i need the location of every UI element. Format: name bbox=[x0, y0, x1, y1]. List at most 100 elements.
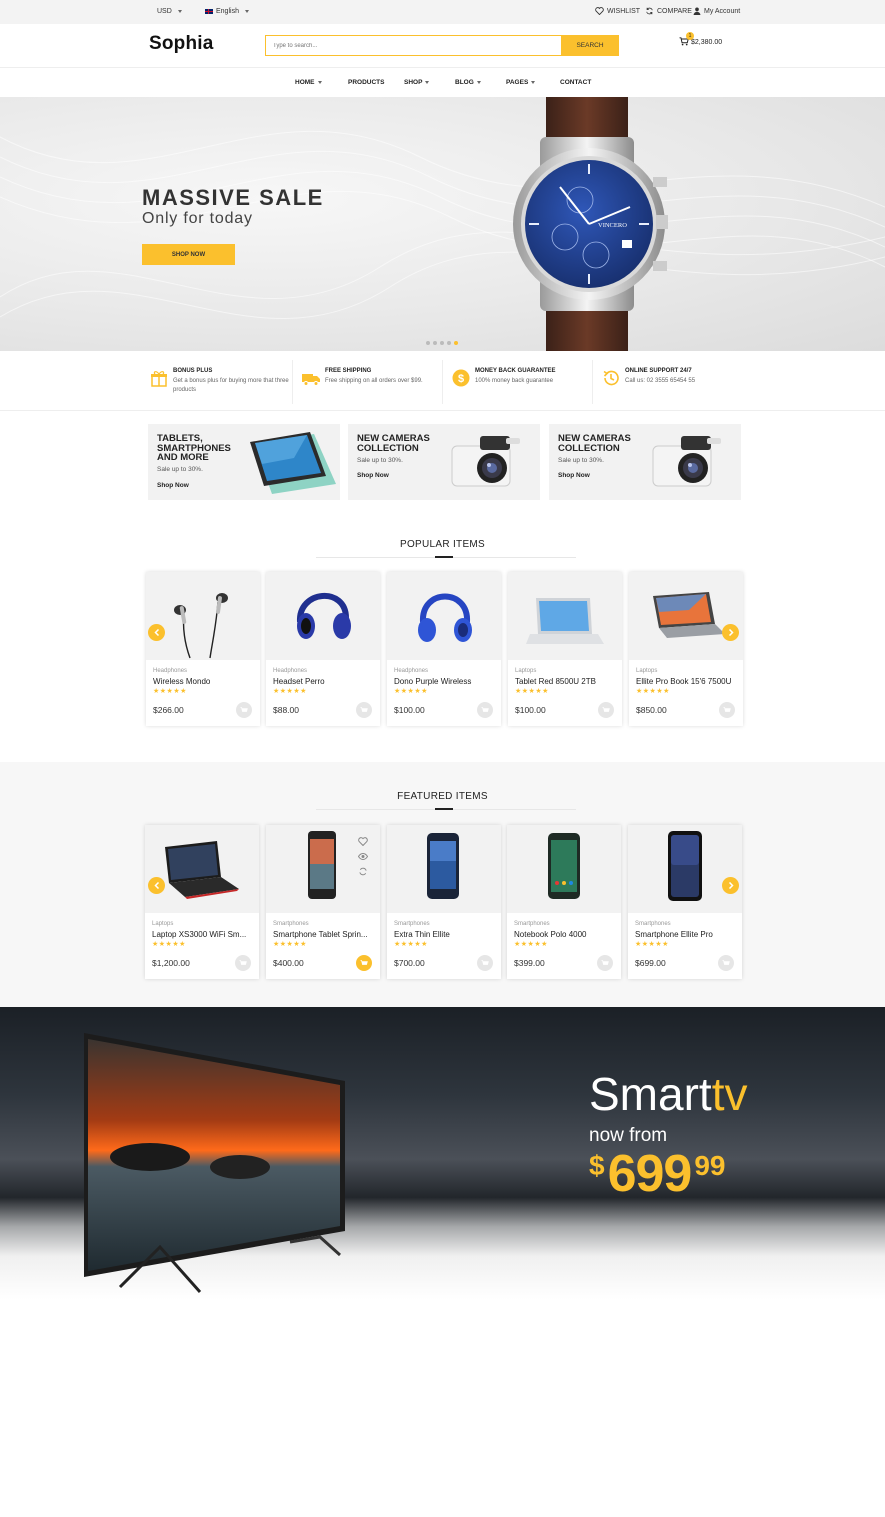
slider-dot[interactable] bbox=[433, 341, 437, 345]
history-icon bbox=[603, 370, 619, 386]
site-logo[interactable]: Sophia bbox=[149, 33, 214, 55]
add-to-cart-button[interactable] bbox=[236, 702, 252, 718]
cart-icon bbox=[360, 959, 368, 965]
heart-icon[interactable] bbox=[358, 837, 368, 846]
smartphone-image bbox=[427, 833, 459, 899]
product-name[interactable]: Smartphone Tablet Sprin... bbox=[273, 930, 375, 939]
cart-icon bbox=[723, 706, 731, 712]
product-image[interactable] bbox=[507, 825, 621, 913]
product-image[interactable] bbox=[508, 572, 622, 660]
carousel-next-button[interactable] bbox=[722, 877, 739, 894]
product-name[interactable]: Headset Perro bbox=[273, 677, 375, 686]
product-name[interactable]: Laptop XS3000 WiFi Sm... bbox=[152, 930, 254, 939]
divider bbox=[592, 360, 593, 404]
feature-bonus-plus: BONUS PLUS Get a bonus plus for buying m… bbox=[150, 359, 300, 403]
price-cents: 99 bbox=[694, 1150, 726, 1181]
product-image[interactable] bbox=[387, 572, 501, 660]
promo-shop-now-link[interactable]: Shop Now bbox=[357, 472, 389, 479]
nav-blog[interactable]: BLOG bbox=[455, 79, 481, 86]
add-to-cart-button[interactable] bbox=[597, 955, 613, 971]
product-image[interactable] bbox=[387, 825, 501, 913]
feature-title: BONUS PLUS bbox=[173, 368, 213, 374]
product-card[interactable]: Laptops Ellite Pro Book 15'6 7500U ★★★★★… bbox=[629, 572, 743, 726]
product-card[interactable]: Smartphones Smartphone Ellite Pro ★★★★★ … bbox=[628, 825, 742, 979]
product-image[interactable] bbox=[266, 825, 380, 913]
compare-link[interactable]: COMPARE bbox=[645, 7, 692, 15]
product-card[interactable]: Headphones Wireless Mondo ★★★★★ $266.00 bbox=[146, 572, 260, 726]
my-account-link[interactable]: My Account bbox=[693, 7, 740, 15]
product-name[interactable]: Notebook Polo 4000 bbox=[514, 930, 616, 939]
chevron-down-icon bbox=[177, 10, 182, 13]
add-to-cart-button[interactable] bbox=[719, 702, 735, 718]
carousel-prev-button[interactable] bbox=[148, 624, 165, 641]
add-to-cart-button[interactable] bbox=[477, 955, 493, 971]
rating-stars: ★★★★★ bbox=[394, 688, 428, 695]
compare-label: COMPARE bbox=[657, 7, 692, 15]
language-selector[interactable]: English bbox=[205, 8, 249, 15]
slider-dot[interactable] bbox=[440, 341, 444, 345]
product-category: Laptops bbox=[515, 668, 537, 674]
nav-products[interactable]: PRODUCTS bbox=[348, 79, 384, 86]
product-image[interactable] bbox=[146, 572, 260, 660]
carousel-prev-button[interactable] bbox=[148, 877, 165, 894]
add-to-cart-button[interactable] bbox=[235, 955, 251, 971]
refresh-icon[interactable] bbox=[358, 867, 368, 876]
cart-icon bbox=[239, 959, 247, 965]
product-price: $850.00 bbox=[636, 705, 667, 715]
product-card[interactable]: Smartphones Extra Thin Ellite ★★★★★ $700… bbox=[387, 825, 501, 979]
add-to-cart-button[interactable] bbox=[477, 702, 493, 718]
promo-shop-now-link[interactable]: Shop Now bbox=[558, 472, 590, 479]
promo-banner-cameras[interactable]: NEW CAMERAS COLLECTION Sale up to 30%. S… bbox=[348, 424, 540, 500]
promo-banner-cameras-2[interactable]: NEW CAMERAS COLLECTION Sale up to 30%. S… bbox=[549, 424, 741, 500]
rating-stars: ★★★★★ bbox=[153, 688, 187, 695]
feature-free-shipping: FREE SHIPPING Free shipping on all order… bbox=[302, 359, 452, 403]
chevron-down-icon bbox=[425, 81, 430, 84]
product-name[interactable]: Smartphone Ellite Pro bbox=[635, 930, 737, 939]
product-name[interactable]: Ellite Pro Book 15'6 7500U bbox=[636, 677, 738, 686]
product-card[interactable]: Laptops Tablet Red 8500U 2TB ★★★★★ $100.… bbox=[508, 572, 622, 726]
search-button[interactable]: SEARCH bbox=[561, 35, 619, 56]
product-category: Laptops bbox=[636, 668, 658, 674]
search-input[interactable] bbox=[265, 35, 562, 56]
feature-title: FREE SHIPPING bbox=[325, 368, 372, 374]
product-card[interactable]: Laptops Laptop XS3000 WiFi Sm... ★★★★★ $… bbox=[145, 825, 259, 979]
product-name[interactable]: Tablet Red 8500U 2TB bbox=[515, 677, 617, 686]
promo-banner-tablets[interactable]: TABLETS, SMARTPHONES AND MORE Sale up to… bbox=[148, 424, 340, 500]
shop-now-button[interactable]: SHOP NOW bbox=[142, 244, 235, 265]
cart-icon bbox=[360, 706, 368, 712]
add-to-cart-button[interactable] bbox=[356, 702, 372, 718]
feature-description: 100% money back guarantee bbox=[475, 378, 554, 384]
product-card[interactable]: Headphones Headset Perro ★★★★★ $88.00 bbox=[266, 572, 380, 726]
slider-dot[interactable] bbox=[426, 341, 430, 345]
product-name[interactable]: Extra Thin Ellite bbox=[394, 930, 496, 939]
product-image[interactable] bbox=[629, 572, 743, 660]
smart-tv-banner[interactable]: Smarttv now from $ 699 99 bbox=[0, 1007, 885, 1300]
slider-dot[interactable] bbox=[447, 341, 451, 345]
add-to-cart-button[interactable] bbox=[356, 955, 372, 971]
site-header: Sophia SEARCH $2,380.00 1 bbox=[0, 24, 885, 68]
carousel-next-button[interactable] bbox=[722, 624, 739, 641]
add-to-cart-button[interactable] bbox=[718, 955, 734, 971]
rating-stars: ★★★★★ bbox=[514, 941, 548, 948]
product-card[interactable]: Smartphones Smartphone Tablet Sprin... ★… bbox=[266, 825, 380, 979]
wishlist-link[interactable]: WISHLIST bbox=[595, 7, 640, 15]
product-card[interactable]: Headphones Dono Purple Wireless ★★★★★ $1… bbox=[387, 572, 501, 726]
product-image[interactable] bbox=[145, 825, 259, 913]
nav-shop[interactable]: SHOP bbox=[404, 79, 430, 86]
product-name[interactable]: Dono Purple Wireless bbox=[394, 677, 496, 686]
product-image[interactable] bbox=[266, 572, 380, 660]
truck-icon bbox=[302, 374, 320, 386]
product-name[interactable]: Wireless Mondo bbox=[153, 677, 255, 686]
slider-dot-active[interactable] bbox=[454, 341, 458, 345]
nav-contact[interactable]: CONTACT bbox=[560, 79, 591, 86]
currency-selector[interactable]: USD bbox=[157, 8, 182, 15]
promo-shop-now-link[interactable]: Shop Now bbox=[157, 482, 189, 489]
eye-icon[interactable] bbox=[358, 852, 368, 861]
product-card[interactable]: Smartphones Notebook Polo 4000 ★★★★★ $39… bbox=[507, 825, 621, 979]
hero-background-waves bbox=[0, 130, 885, 319]
product-image[interactable] bbox=[628, 825, 742, 913]
nav-pages[interactable]: PAGES bbox=[506, 79, 536, 86]
cart-button[interactable]: $2,380.00 bbox=[679, 37, 722, 46]
nav-home[interactable]: HOME bbox=[295, 79, 322, 86]
add-to-cart-button[interactable] bbox=[598, 702, 614, 718]
